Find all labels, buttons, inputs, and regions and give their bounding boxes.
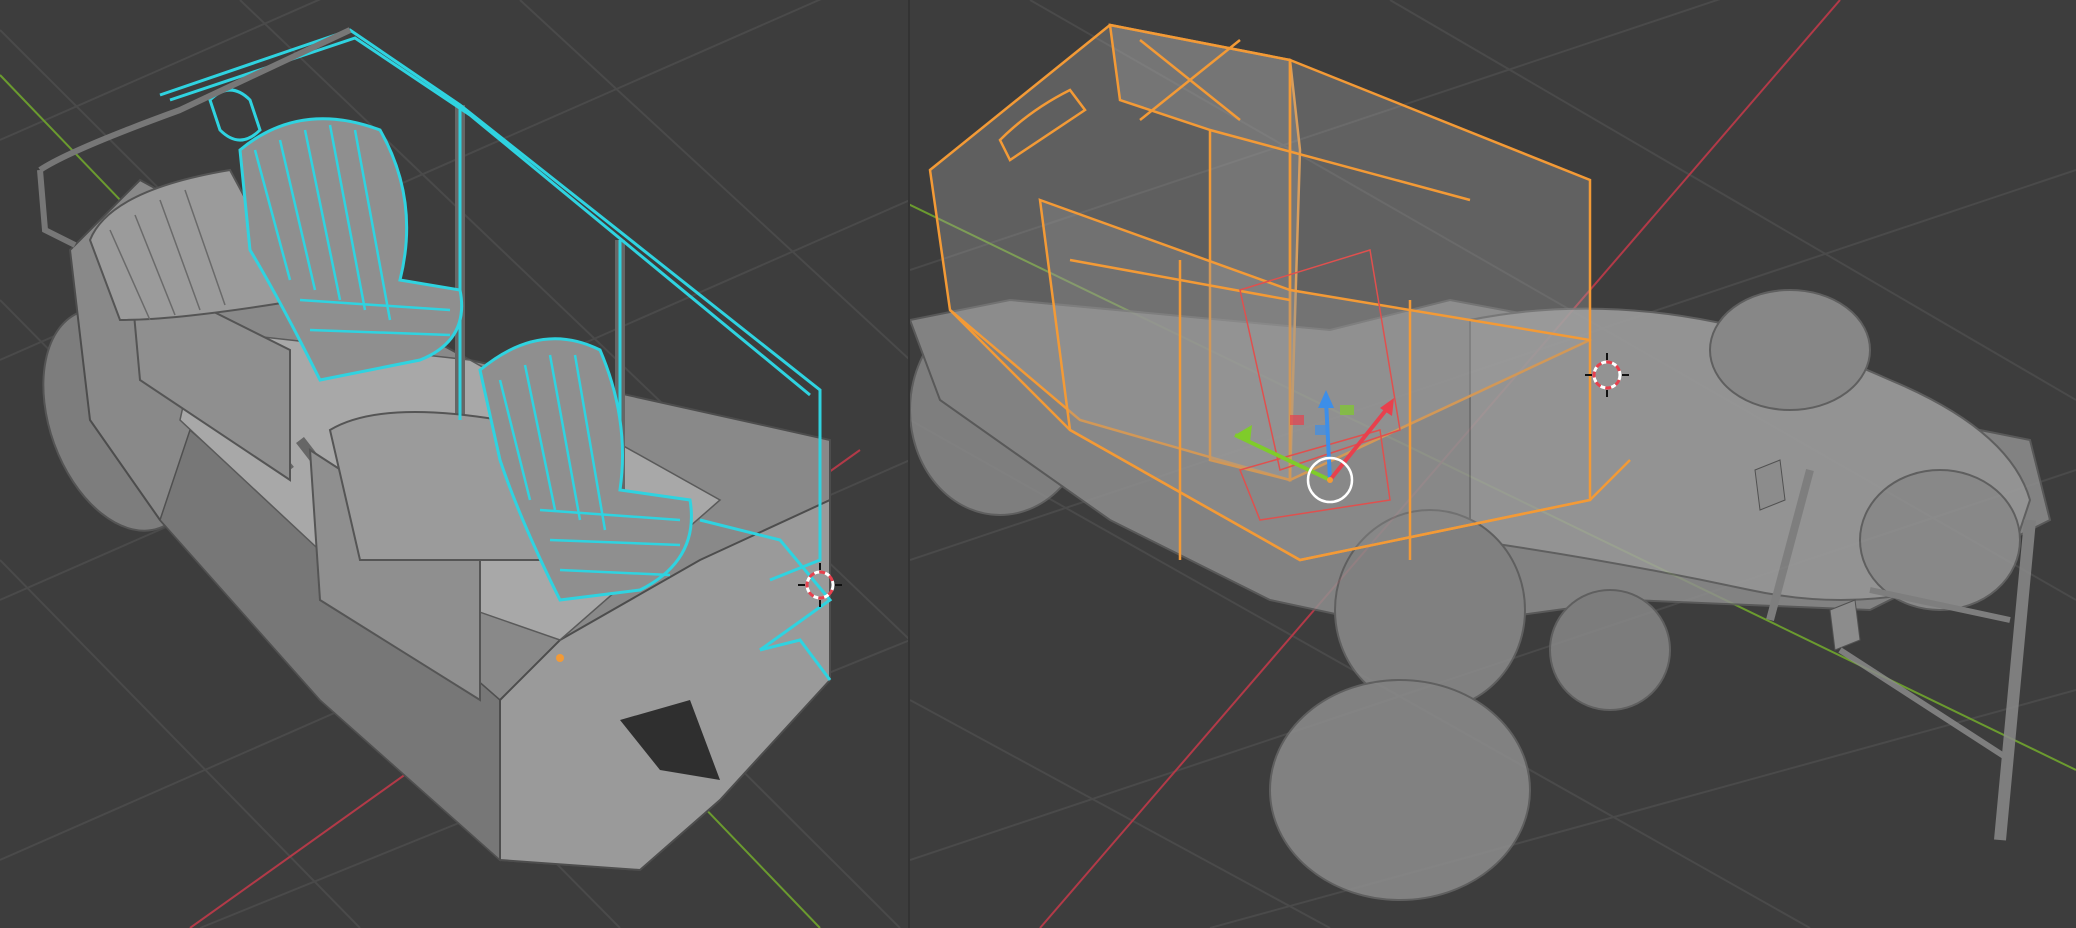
viewport-left-canvas[interactable] [0, 0, 910, 928]
viewport-right-canvas[interactable] [910, 0, 2076, 928]
viewport-right-object-mode[interactable] [910, 0, 2076, 928]
object-origin-icon [556, 654, 564, 662]
viewport-left-edit-mode[interactable] [0, 0, 910, 928]
